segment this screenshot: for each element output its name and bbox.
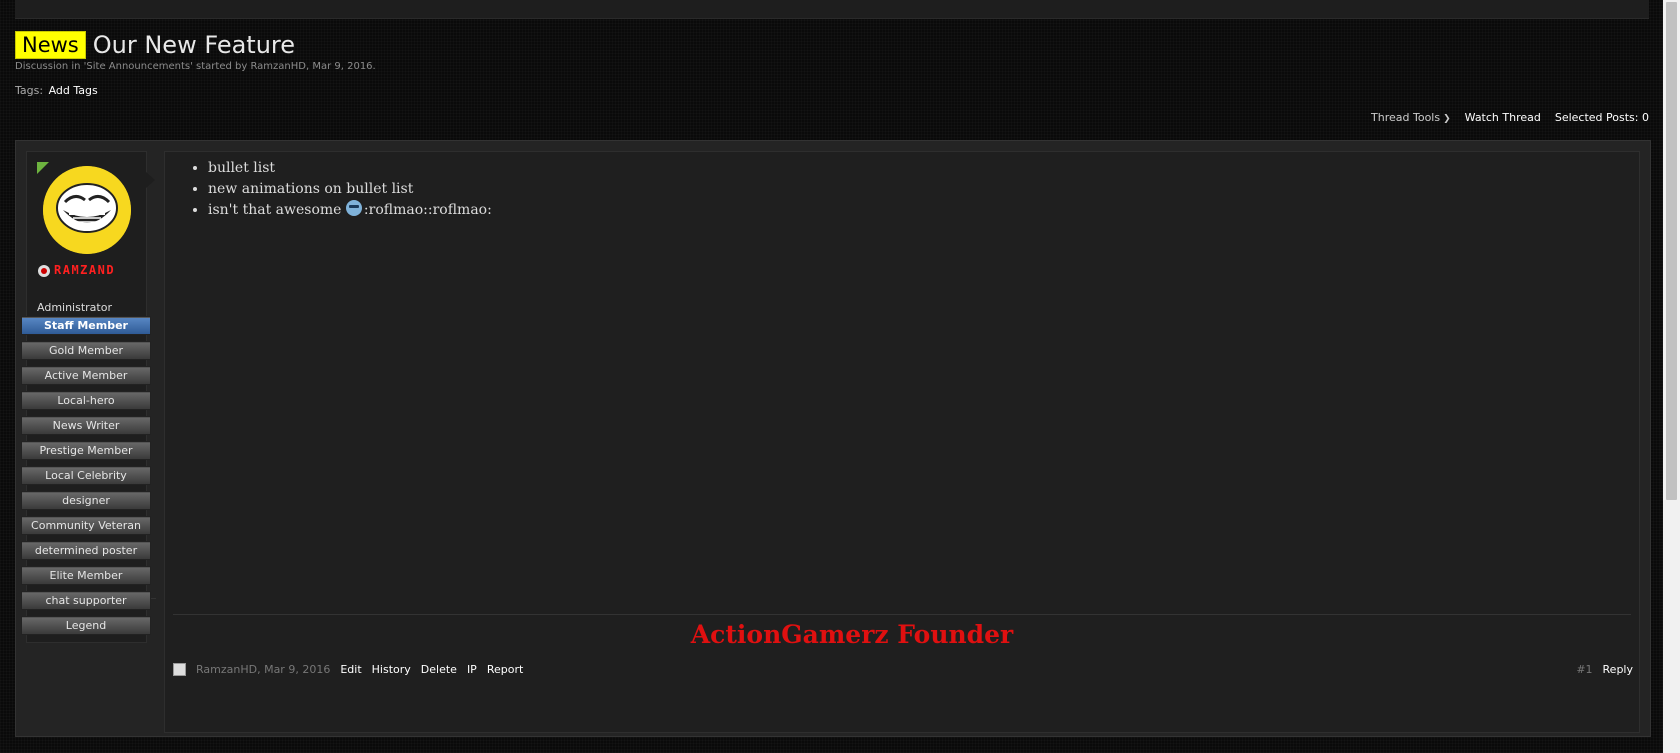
banner-prestige-member: Prestige Member — [21, 441, 151, 460]
user-title: Administrator — [37, 301, 112, 314]
online-indicator-icon — [37, 162, 49, 174]
thread-title-row: News Our New Feature — [15, 31, 295, 59]
list-item-text: isn't that awesome — [208, 202, 342, 218]
avatar[interactable] — [43, 166, 131, 254]
banner-chat-supporter: chat supporter — [21, 591, 151, 610]
message-meta: RamzanHD, Mar 9, 2016 Edit History Delet… — [173, 663, 1633, 676]
message-content: bullet list new animations on bullet lis… — [164, 151, 1640, 733]
edit-link[interactable]: Edit — [340, 663, 361, 676]
thread-tools-menu[interactable]: Thread Tools ❯ — [1371, 111, 1451, 124]
signature: ActionGamerz Founder — [690, 620, 1014, 649]
tags-row: Tags: Add Tags — [15, 84, 98, 97]
username[interactable]: RAMZAND — [54, 263, 115, 278]
thread-prefix-badge[interactable]: News — [15, 31, 86, 59]
selected-posts-link[interactable]: Selected Posts: 0 — [1555, 111, 1649, 124]
tags-label: Tags: — [15, 84, 44, 97]
thread-tools-label: Thread Tools — [1371, 111, 1441, 124]
banner-community-veteran: Community Veteran — [21, 516, 151, 535]
banner-staff-member: Staff Member — [21, 316, 151, 335]
banner-active-member: Active Member — [21, 366, 151, 385]
add-tags-link[interactable]: Add Tags — [49, 84, 98, 97]
banner-designer: designer — [21, 491, 151, 510]
username-row: RAMZAND — [37, 263, 141, 278]
page-title: Our New Feature — [92, 31, 296, 59]
post-number-link[interactable]: #1 — [1576, 663, 1592, 676]
post-author-date[interactable]: RamzanHD, Mar 9, 2016 — [196, 663, 330, 676]
top-navigation-bar — [15, 0, 1649, 19]
watch-thread-link[interactable]: Watch Thread — [1465, 111, 1541, 124]
banner-determined-poster: determined poster — [21, 541, 151, 560]
panel-arrow — [146, 172, 155, 188]
user-rank-icon — [38, 265, 50, 277]
signature-divider — [173, 614, 1631, 615]
select-post-checkbox[interactable] — [173, 663, 186, 676]
list-item: isn't that awesome :roflmao::roflmao: — [208, 200, 492, 221]
meta-right: #1 Reply — [1576, 663, 1633, 676]
history-link[interactable]: History — [372, 663, 411, 676]
list-item: bullet list — [208, 158, 492, 179]
smiley-code-text: :roflmao::roflmao: — [363, 202, 492, 218]
banner-news-writer: News Writer — [21, 416, 151, 435]
delete-link[interactable]: Delete — [421, 663, 457, 676]
banner-legend: Legend — [21, 616, 151, 635]
thread-description: Discussion in 'Site Announcements' start… — [15, 61, 376, 72]
scrollbar-thumb[interactable] — [1666, 2, 1677, 500]
ip-link[interactable]: IP — [467, 663, 477, 676]
message-body: bullet list new animations on bullet lis… — [190, 158, 492, 221]
post-message: RAMZAND Administrator Staff Member Gold … — [15, 140, 1651, 737]
banner-local-hero: Local-hero — [21, 391, 151, 410]
user-banners: Staff Member Gold Member Active Member L… — [21, 316, 151, 641]
chevron-down-icon: ❯ — [1443, 114, 1451, 124]
cool-smiley-icon — [345, 200, 362, 216]
vertical-scrollbar[interactable] — [1663, 0, 1680, 753]
report-link[interactable]: Report — [487, 663, 523, 676]
banner-gold-member: Gold Member — [21, 341, 151, 360]
banner-local-celebrity: Local Celebrity — [21, 466, 151, 485]
reply-button[interactable]: Reply — [1603, 663, 1633, 676]
banner-elite-member: Elite Member — [21, 566, 151, 585]
list-item: new animations on bullet list — [208, 179, 492, 200]
thread-tools-bar: Thread Tools ❯ Watch Thread Selected Post… — [1371, 111, 1649, 124]
